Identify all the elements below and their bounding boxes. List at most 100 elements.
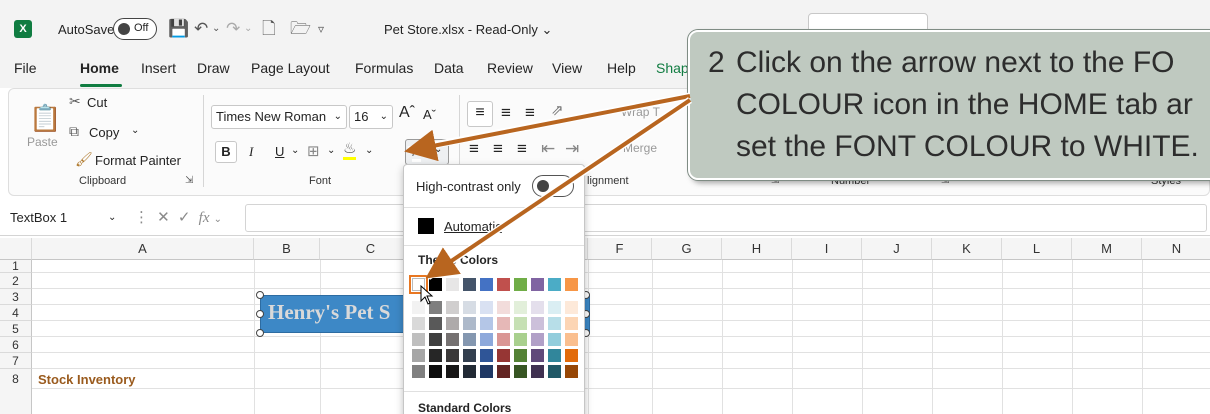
theme-shade-swatch[interactable] bbox=[565, 333, 578, 346]
undo-dropdown-icon[interactable]: ⌄ bbox=[212, 18, 220, 40]
redo-dropdown-icon[interactable]: ⌄ bbox=[244, 18, 252, 40]
cell-a8[interactable]: Stock Inventory bbox=[38, 372, 136, 387]
theme-shade-swatch[interactable] bbox=[446, 317, 459, 330]
theme-shade-swatch[interactable] bbox=[412, 365, 425, 378]
theme-shade-swatch[interactable] bbox=[480, 365, 493, 378]
theme-shade-swatch[interactable] bbox=[429, 333, 442, 346]
theme-shade-swatch[interactable] bbox=[497, 365, 510, 378]
column-header[interactable]: K bbox=[932, 238, 1002, 260]
theme-shade-swatch[interactable] bbox=[514, 333, 527, 346]
underline-button[interactable]: U bbox=[275, 144, 284, 159]
theme-shade-swatch[interactable] bbox=[548, 301, 561, 314]
new-file-icon[interactable]: 🗋 bbox=[262, 18, 276, 40]
theme-shade-swatch[interactable] bbox=[480, 333, 493, 346]
column-header[interactable]: I bbox=[792, 238, 862, 260]
theme-shade-swatch[interactable] bbox=[480, 301, 493, 314]
format-painter-icon[interactable]: 🖌 bbox=[75, 151, 93, 168]
theme-shade-swatch[interactable] bbox=[514, 365, 527, 378]
row-header[interactable]: 6 bbox=[0, 337, 32, 353]
align-right-icon[interactable]: ≡ bbox=[517, 139, 527, 159]
theme-shade-swatch[interactable] bbox=[548, 317, 561, 330]
shrink-font-icon[interactable]: Aˇ bbox=[423, 107, 436, 122]
column-header[interactable]: H bbox=[722, 238, 792, 260]
theme-color-swatch[interactable] bbox=[565, 278, 578, 291]
underline-dropdown-icon[interactable]: ⌄ bbox=[291, 145, 299, 156]
row-header[interactable]: 5 bbox=[0, 321, 32, 337]
row-header[interactable]: 7 bbox=[0, 353, 32, 369]
theme-color-swatch[interactable] bbox=[480, 278, 493, 291]
theme-shade-swatch[interactable] bbox=[531, 317, 544, 330]
row-header[interactable]: 3 bbox=[0, 289, 32, 305]
column-header[interactable]: M bbox=[1072, 238, 1142, 260]
automatic-swatch[interactable] bbox=[418, 218, 434, 234]
increase-indent-icon[interactable]: ⇥ bbox=[565, 139, 579, 159]
theme-color-swatch[interactable] bbox=[446, 278, 459, 291]
textbox-text[interactable]: Henry's Pet S bbox=[268, 300, 390, 325]
theme-color-swatch[interactable] bbox=[497, 278, 510, 291]
orientation-icon[interactable]: ⇗ bbox=[551, 101, 564, 119]
autosave-toggle[interactable]: Off bbox=[113, 18, 157, 40]
undo-icon[interactable]: ↶ bbox=[194, 18, 208, 40]
column-header[interactable]: G bbox=[652, 238, 722, 260]
theme-shade-swatch[interactable] bbox=[429, 349, 442, 362]
formula-input[interactable] bbox=[245, 204, 1207, 232]
theme-shade-swatch[interactable] bbox=[514, 349, 527, 362]
theme-shade-swatch[interactable] bbox=[497, 301, 510, 314]
theme-shade-swatch[interactable] bbox=[480, 349, 493, 362]
column-header[interactable]: B bbox=[254, 238, 320, 260]
save-icon[interactable]: 💾 bbox=[168, 18, 189, 40]
insert-function-dropdown-icon[interactable]: ⌄ bbox=[214, 214, 222, 225]
copy-button[interactable]: Copy bbox=[89, 125, 119, 140]
tab-file[interactable]: File bbox=[14, 60, 37, 76]
document-title[interactable]: Pet Store.xlsx - Read-Only ⌄ bbox=[384, 22, 552, 38]
tab-page-layout[interactable]: Page Layout bbox=[251, 60, 330, 76]
font-size-select[interactable]: 16 ⌄ bbox=[349, 105, 393, 129]
format-painter-button[interactable]: Format Painter bbox=[95, 153, 181, 168]
theme-shade-swatch[interactable] bbox=[463, 365, 476, 378]
theme-shade-swatch[interactable] bbox=[463, 301, 476, 314]
automatic-color-option[interactable]: Automatic bbox=[444, 219, 502, 234]
theme-color-swatch[interactable] bbox=[531, 278, 544, 291]
cut-button[interactable]: Cut bbox=[87, 95, 107, 110]
theme-shade-swatch[interactable] bbox=[463, 333, 476, 346]
row-header[interactable]: 8 bbox=[0, 369, 32, 414]
more-options-icon[interactable]: ⋮ bbox=[134, 209, 149, 226]
bottom-align-icon[interactable]: ≡ bbox=[525, 103, 535, 123]
enter-icon[interactable]: ✓ bbox=[178, 209, 191, 226]
column-header[interactable]: A bbox=[32, 238, 254, 260]
open-folder-icon[interactable]: 🗁 bbox=[290, 18, 311, 40]
fill-color-dropdown-icon[interactable]: ⌄ bbox=[365, 145, 373, 156]
align-center-icon[interactable]: ≡ bbox=[493, 139, 503, 159]
grow-font-icon[interactable]: Aˆ bbox=[399, 104, 415, 122]
tab-view[interactable]: View bbox=[552, 60, 582, 76]
theme-shade-swatch[interactable] bbox=[548, 349, 561, 362]
theme-shade-swatch[interactable] bbox=[565, 301, 578, 314]
copy-dropdown-icon[interactable]: ⌄ bbox=[131, 125, 139, 136]
borders-dropdown-icon[interactable]: ⌄ bbox=[327, 145, 335, 156]
theme-shade-swatch[interactable] bbox=[514, 317, 527, 330]
theme-shade-swatch[interactable] bbox=[531, 333, 544, 346]
theme-shade-swatch[interactable] bbox=[446, 333, 459, 346]
theme-shade-swatch[interactable] bbox=[497, 333, 510, 346]
theme-shade-swatch[interactable] bbox=[429, 317, 442, 330]
insert-function-icon[interactable]: fx bbox=[199, 210, 210, 226]
theme-shade-swatch[interactable] bbox=[463, 317, 476, 330]
resize-handle[interactable] bbox=[256, 310, 264, 318]
scissors-icon[interactable]: ✂ bbox=[69, 93, 81, 110]
customize-qat-icon[interactable]: ▿ bbox=[318, 18, 324, 40]
column-header[interactable]: N bbox=[1142, 238, 1210, 260]
theme-shade-swatch[interactable] bbox=[412, 317, 425, 330]
column-header[interactable]: F bbox=[588, 238, 652, 260]
font-color-button[interactable]: A ⌄ bbox=[405, 139, 449, 165]
row-header[interactable]: 4 bbox=[0, 305, 32, 321]
theme-shade-swatch[interactable] bbox=[531, 349, 544, 362]
fill-color-icon[interactable]: ♨ bbox=[343, 141, 357, 160]
theme-shade-swatch[interactable] bbox=[412, 349, 425, 362]
theme-color-swatch[interactable] bbox=[548, 278, 561, 291]
select-all-corner[interactable] bbox=[0, 238, 32, 260]
merge-center-button[interactable]: Merge bbox=[623, 141, 657, 155]
cancel-icon[interactable]: ✕ bbox=[157, 209, 170, 226]
resize-handle[interactable] bbox=[256, 291, 264, 299]
theme-shade-swatch[interactable] bbox=[446, 365, 459, 378]
theme-shade-swatch[interactable] bbox=[548, 333, 561, 346]
